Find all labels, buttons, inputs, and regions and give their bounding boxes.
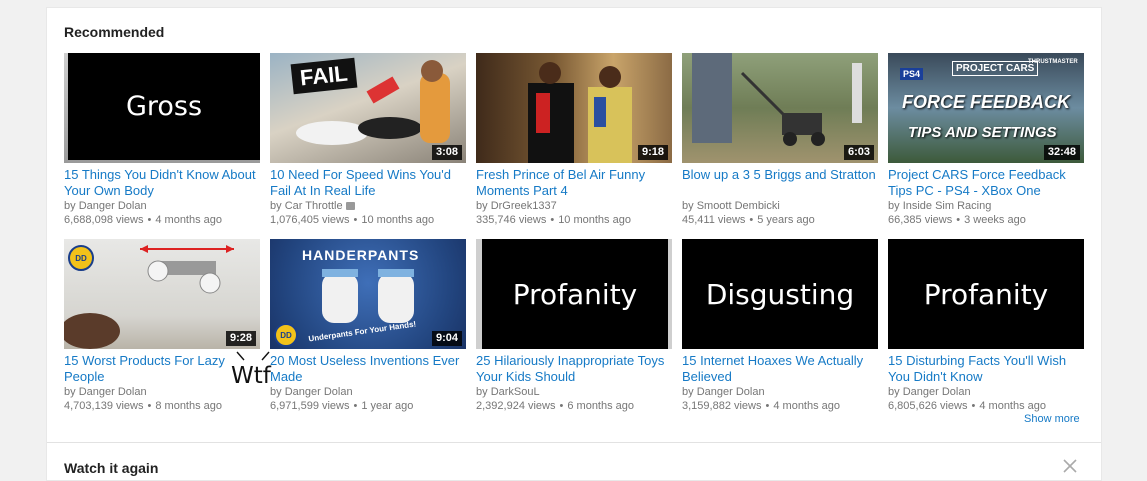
censor-box: Profanity [482,239,668,349]
section-divider [47,442,1101,443]
view-count: 66,385 views [888,214,953,226]
channel-link[interactable]: Car Throttle [285,200,343,212]
censor-box: Profanity [888,239,1084,349]
recommended-panel: Recommended Gross 15 Things You Didn't K… [46,7,1102,481]
video-thumbnail[interactable]: Profanity [476,239,672,349]
thumb-headline: FORCE FEEDBACK [902,92,1071,112]
channel-link[interactable]: Danger Dolan [697,386,765,398]
section-title-recommended: Recommended [64,24,165,40]
video-title-link[interactable]: 15 Disturbing Facts You'll Wish You Didn… [888,353,1084,385]
censor-box: Disgusting [682,239,878,349]
dd-badge: DD [274,323,298,347]
view-count: 2,392,924 views [476,400,556,412]
wtf-text: Wtf [231,363,271,389]
wtf-annotation: Wtf [229,350,289,394]
video-title-link[interactable]: Project CARS Force Feedback Tips PC - PS… [888,167,1084,199]
view-count: 6,688,098 views [64,214,144,226]
video-thumbnail[interactable]: 6:03 [682,53,878,163]
video-card: Profanity 15 Disturbing Facts You'll Wis… [888,239,1084,413]
view-count: 3,159,882 views [682,400,762,412]
video-card: Gross 15 Things You Didn't Know About Yo… [64,53,260,227]
video-title-link[interactable]: 15 Things You Didn't Know About Your Own… [64,167,260,199]
dd-badge: DD [68,245,94,271]
upload-age: 10 months ago [558,214,631,226]
video-duration: 6:03 [843,145,874,160]
view-count: 45,411 views [682,214,746,226]
view-count: 1,076,405 views [270,214,350,226]
upload-age: 6 months ago [567,400,635,412]
video-card: FAIL 3:08 10 Need For Speed Wins You'd F… [270,53,466,227]
censor-box: Gross [68,53,260,160]
video-card: 9:18 Fresh Prince of Bel Air Funny Momen… [476,53,672,227]
video-thumbnail[interactable]: Disgusting [682,239,878,349]
section-title-watch-again: Watch it again [64,460,159,476]
upload-age: 3 weeks ago [964,214,1026,226]
video-card: PS4 PROJECT CARS THRUSTMASTER FORCE FEED… [888,53,1084,227]
channel-link[interactable]: Smoott Dembicki [697,200,780,212]
video-duration: 9:18 [637,145,668,160]
thumb-subheadline: TIPS AND SETTINGS [908,124,1057,141]
upload-age: 8 months ago [155,400,223,412]
channel-link[interactable]: Danger Dolan [79,386,147,398]
show-more-link[interactable]: Show more [1024,413,1080,425]
view-count: 335,746 views [476,214,547,226]
video-title-link[interactable]: 10 Need For Speed Wins You'd Fail At In … [270,167,466,199]
video-card: 6:03 Blow up a 3 5 Briggs and Stratton b… [682,53,878,227]
upload-age: 4 months ago [773,400,841,412]
close-icon[interactable] [1062,458,1078,474]
video-title-link[interactable]: 15 Internet Hoaxes We Actually Believed [682,353,878,385]
video-thumbnail[interactable]: FAIL 3:08 [270,53,466,163]
video-thumbnail[interactable]: Profanity [888,239,1084,349]
video-card: Disgusting 15 Internet Hoaxes We Actuall… [682,239,878,413]
channel-link[interactable]: Danger Dolan [79,200,147,212]
channel-link[interactable]: DarkSouL [491,386,540,398]
upload-age: 10 months ago [361,214,435,226]
upload-age: 1 year ago [361,400,414,412]
video-duration: 9:04 [431,331,462,346]
video-duration: 9:28 [225,331,256,346]
upload-age: 5 years ago [757,214,815,226]
thrustmaster-logo: THRUSTMASTER [1028,59,1078,65]
video-title-link[interactable]: Fresh Prince of Bel Air Funny Moments Pa… [476,167,672,199]
video-duration: 3:08 [431,145,462,160]
channel-link[interactable]: Danger Dolan [903,386,971,398]
video-thumbnail[interactable]: DD 9:28 [64,239,260,349]
video-title-link[interactable]: 25 Hilariously Inappropriate Toys Your K… [476,353,672,385]
channel-link[interactable]: Danger Dolan [285,386,353,398]
view-count: 6,971,599 views [270,400,350,412]
view-count: 6,805,626 views [888,400,968,412]
video-card: HANDERPANTS Underpants For Your Hands! D… [270,239,466,413]
channel-link[interactable]: DrGreek1337 [491,200,557,212]
video-thumbnail[interactable]: PS4 PROJECT CARS THRUSTMASTER FORCE FEED… [888,53,1084,163]
channel-link[interactable]: Inside Sim Racing [903,200,992,212]
video-thumbnail[interactable]: HANDERPANTS Underpants For Your Hands! D… [270,239,466,349]
video-duration: 32:48 [1043,145,1080,160]
view-count: 4,703,139 views [64,400,144,412]
video-thumbnail[interactable]: 9:18 [476,53,672,163]
upload-age: 4 months ago [979,400,1047,412]
video-title-link[interactable]: 20 Most Useless Inventions Ever Made [270,353,466,385]
ps4-logo: PS4 [900,68,924,80]
video-title-link[interactable]: Blow up a 3 5 Briggs and Stratton [682,167,878,199]
upload-age: 4 months ago [155,214,223,226]
verified-icon [345,202,355,211]
video-card: Profanity 25 Hilariously Inappropriate T… [476,239,672,413]
video-thumbnail[interactable]: Gross [64,53,260,163]
project-cars-logo: PROJECT CARS [952,61,1039,76]
